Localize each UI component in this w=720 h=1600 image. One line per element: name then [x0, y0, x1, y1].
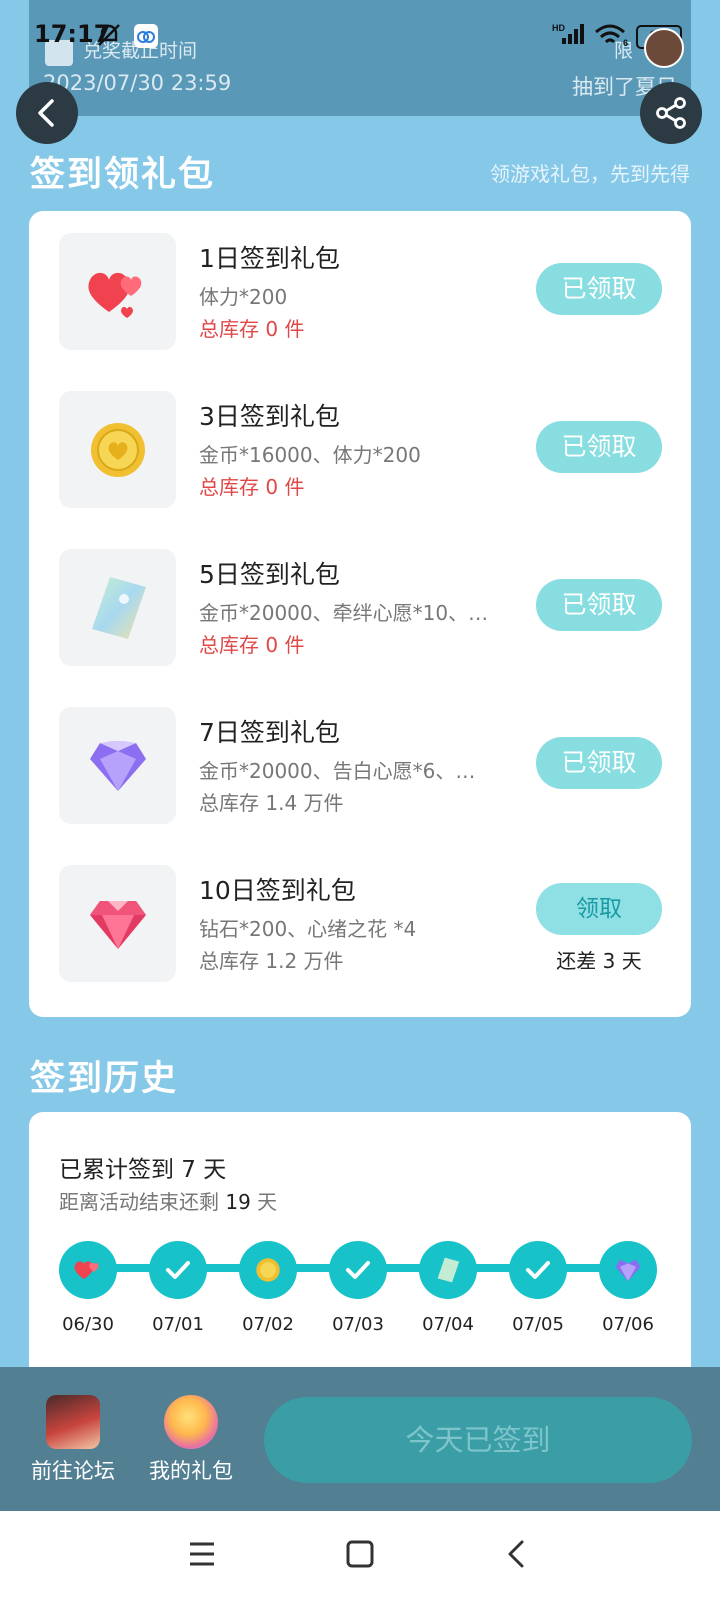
- system-nav-bar: [0, 1511, 720, 1600]
- check-icon: [166, 1261, 190, 1279]
- gift-stock: 总库存 1.4 万件: [199, 791, 344, 815]
- day-date: 07/01: [152, 1314, 204, 1335]
- gift-thumbnail: [59, 391, 176, 508]
- svg-text:6: 6: [623, 38, 628, 48]
- coin-icon: [90, 422, 145, 477]
- svg-text:HD: HD: [552, 23, 565, 33]
- day-node: [59, 1241, 117, 1299]
- check-icon: [346, 1261, 370, 1279]
- deadline-date: 2023/07/30 23:59: [43, 71, 232, 95]
- gift-row: 1日签到礼包 体力*200 总库存 0 件 已领取: [29, 233, 691, 351]
- back-button[interactable]: [16, 82, 78, 144]
- app-notification-icon: [134, 24, 158, 48]
- gift-stock: 总库存 0 件: [199, 475, 305, 499]
- purple-gem-icon: [89, 740, 146, 791]
- red-gem-icon: [89, 900, 146, 949]
- hearts-icon: [87, 272, 141, 318]
- mute-icon: [98, 24, 120, 46]
- day-node: [419, 1241, 477, 1299]
- gift-name: 1日签到礼包: [199, 244, 340, 273]
- gift-row: 10日签到礼包 钻石*200、心绪之花 *4 总库存 1.2 万件 领取 还差 …: [29, 865, 691, 983]
- gift-contents: 金币*20000、牵绊心愿*10、…: [199, 601, 489, 625]
- bottom-action-bar: 前往论坛 我的礼包 今天已签到: [0, 1367, 720, 1511]
- history-card: 已累计签到 7 天 距离活动结束还剩 19 天 06/30 07/01 07/0…: [29, 1112, 691, 1392]
- my-gifts-label: 我的礼包: [149, 1459, 233, 1483]
- gift-contents: 金币*20000、告白心愿*6、…: [199, 759, 476, 783]
- day-node: [509, 1241, 567, 1299]
- my-gifts-button[interactable]: 我的礼包: [136, 1395, 246, 1485]
- day-node: [239, 1241, 297, 1299]
- total-days: 已累计签到 7 天: [59, 1157, 227, 1183]
- gift-name: 7日签到礼包: [199, 718, 340, 747]
- days-left-number: 19: [225, 1190, 251, 1214]
- card-icon: [91, 576, 146, 639]
- gift-list-card: 1日签到礼包 体力*200 总库存 0 件 已领取 3日签到礼包 金币*1600…: [29, 211, 691, 1017]
- gift-contents: 体力*200: [199, 285, 288, 309]
- home-icon[interactable]: [346, 1539, 374, 1569]
- gift-contents: 钻石*200、心绪之花 *4: [199, 917, 417, 941]
- forum-button[interactable]: 前往论坛: [18, 1395, 128, 1485]
- chevron-left-icon: [38, 99, 54, 127]
- day-date: 07/02: [242, 1314, 294, 1335]
- gift-row: 5日签到礼包 金币*20000、牵绊心愿*10、… 总库存 0 件 已领取: [29, 549, 691, 667]
- share-button[interactable]: [640, 82, 702, 144]
- days-left-suffix: 天: [250, 1190, 278, 1214]
- gift-contents: 金币*16000、体力*200: [199, 443, 421, 467]
- menu-icon[interactable]: [188, 1539, 216, 1569]
- signal-icon: HD: [552, 23, 584, 44]
- history-title: 签到历史: [30, 1059, 179, 1099]
- signin-subtitle: 领游戏礼包，先到先得: [490, 162, 690, 186]
- day-node: [599, 1241, 657, 1299]
- signed-today-button[interactable]: 今天已签到: [264, 1397, 692, 1483]
- gift-row: 7日签到礼包 金币*20000、告白心愿*6、… 总库存 1.4 万件 已领取: [29, 707, 691, 825]
- back-nav-icon[interactable]: [504, 1539, 528, 1569]
- claim-button[interactable]: 领取: [536, 883, 662, 935]
- gift-stock: 总库存 0 件: [199, 633, 305, 657]
- gift-row: 3日签到礼包 金币*16000、体力*200 总库存 0 件 已领取: [29, 391, 691, 509]
- day-date: 07/05: [512, 1314, 564, 1335]
- day-node: [329, 1241, 387, 1299]
- day-date: 07/03: [332, 1314, 384, 1335]
- gift-name: 5日签到礼包: [199, 560, 340, 589]
- gift-thumbnail: [59, 865, 176, 982]
- purple-gem-icon: [615, 1259, 641, 1282]
- signin-title: 签到领礼包: [30, 155, 216, 195]
- check-icon: [526, 1261, 550, 1279]
- claimed-button[interactable]: 已领取: [536, 421, 662, 473]
- coin-icon: [256, 1258, 280, 1282]
- share-icon: [656, 97, 686, 129]
- day-date: 07/04: [422, 1314, 474, 1335]
- day-date: 07/06: [602, 1314, 654, 1335]
- claimed-button[interactable]: 已领取: [536, 263, 662, 315]
- day-node: [149, 1241, 207, 1299]
- card-icon: [437, 1257, 460, 1283]
- status-bar: 17:17 HD 6 99: [0, 18, 720, 54]
- claimed-button[interactable]: 已领取: [536, 579, 662, 631]
- gift-stock: 总库存 1.2 万件: [199, 949, 344, 973]
- gift-thumbnail: [59, 707, 176, 824]
- gift-name: 3日签到礼包: [199, 402, 340, 431]
- day-date: 06/30: [62, 1314, 114, 1335]
- user-avatar: [644, 28, 684, 68]
- wifi-icon: 6: [595, 24, 628, 48]
- gift-thumbnail: [59, 233, 176, 350]
- days-until-end: 距离活动结束还剩 19 天: [59, 1186, 277, 1215]
- forum-icon: [46, 1395, 100, 1449]
- gift-thumbnail: [59, 549, 176, 666]
- days-remaining: 还差 3 天: [556, 949, 642, 973]
- gift-stock: 总库存 0 件: [199, 317, 305, 341]
- hearts-icon: [74, 1261, 99, 1280]
- my-gifts-icon: [164, 1395, 218, 1449]
- claimed-button[interactable]: 已领取: [536, 737, 662, 789]
- gift-name: 10日签到礼包: [199, 876, 356, 905]
- forum-label: 前往论坛: [31, 1459, 115, 1483]
- days-left-prefix: 距离活动结束还剩: [59, 1190, 226, 1214]
